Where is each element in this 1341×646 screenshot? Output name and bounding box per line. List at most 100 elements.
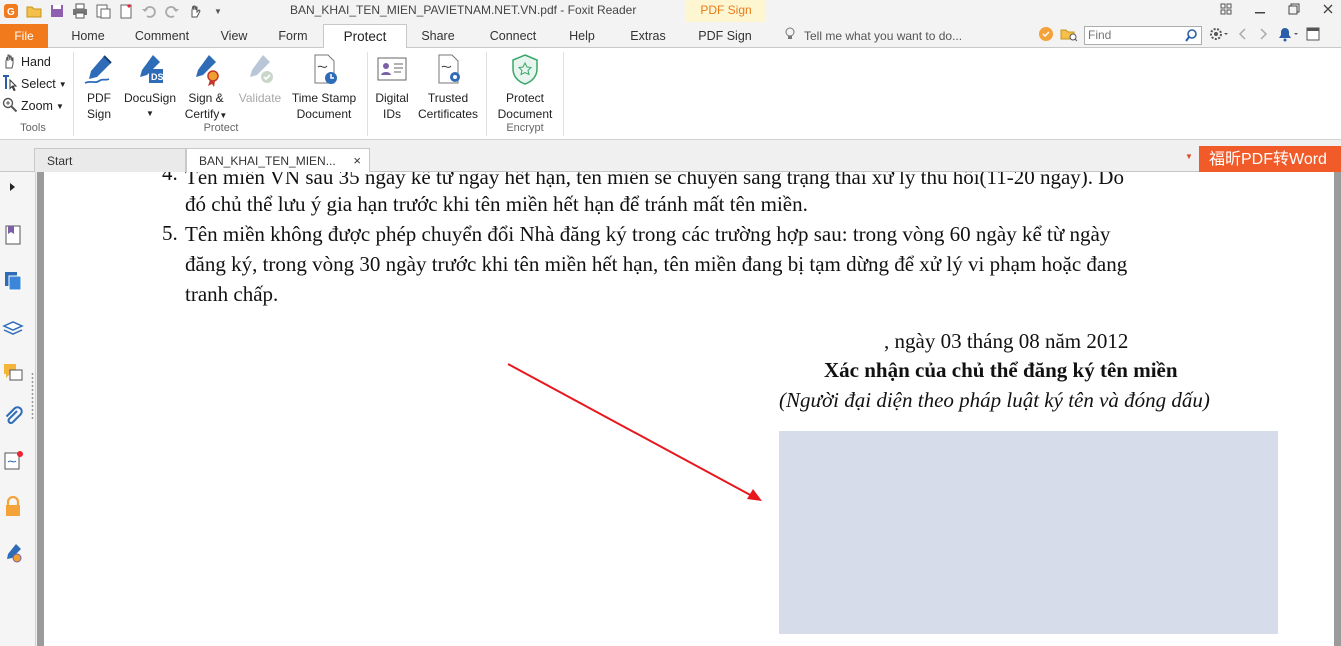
validate-button[interactable]: Validate — [236, 52, 284, 106]
notification-bell-icon[interactable] — [1276, 26, 1300, 45]
hand-label: Hand — [21, 55, 51, 69]
search-folder-icon[interactable] — [1060, 26, 1078, 45]
context-tab-label: PDF Sign — [686, 0, 766, 22]
window-controls — [1219, 2, 1335, 16]
digital-ids-button[interactable]: Digital IDs — [372, 52, 412, 122]
sign-certify-label-1: Sign & — [188, 91, 224, 105]
foxit-logo-icon[interactable]: G — [3, 3, 19, 19]
tab-file[interactable]: File — [0, 24, 48, 48]
like-icon[interactable] — [1038, 26, 1054, 45]
document-tab-bar: Start BAN_KHAI_TEN_MIEN... × ▼ — [0, 140, 1341, 173]
tab-protect[interactable]: Protect — [323, 24, 407, 49]
pdf-sign-label-2: Sign — [86, 107, 112, 121]
group-divider — [73, 52, 74, 136]
undo-icon[interactable] — [141, 3, 157, 19]
group-divider — [563, 52, 564, 136]
trusted-certificates-label-1: Trusted — [427, 91, 469, 105]
bookmark-icon[interactable] — [2, 224, 24, 246]
tab-view[interactable]: View — [210, 24, 258, 48]
docusign-icon: DS — [122, 52, 178, 88]
tools-group-label: Tools — [20, 122, 46, 134]
new-document-icon[interactable] — [118, 3, 134, 19]
tab-help[interactable]: Help — [561, 24, 603, 48]
tab-scroll-icon[interactable]: ▼ — [1185, 152, 1193, 161]
find-input[interactable]: Find — [1084, 26, 1202, 45]
signatures-panel-icon[interactable] — [2, 450, 24, 472]
svg-text:G: G — [7, 7, 15, 18]
sign-certify-button[interactable]: Sign & Certify▼ — [182, 52, 230, 124]
collapse-ribbon-icon[interactable] — [1306, 26, 1320, 45]
tab-current-document[interactable]: BAN_KHAI_TEN_MIEN... × — [186, 148, 370, 173]
confirmation-title: Xác nhận của chủ thể đăng ký tên miền — [824, 358, 1178, 382]
tab-pdf-sign[interactable]: PDF Sign — [692, 24, 758, 48]
date-line: , ngày 03 tháng 08 năm 2012 — [884, 329, 1129, 353]
settings-gear-icon[interactable] — [1208, 26, 1230, 45]
tab-form[interactable]: Form — [270, 24, 316, 48]
select-cursor-icon — [2, 74, 18, 94]
select-tool-button[interactable]: Select ▼ — [2, 74, 67, 94]
signature-field[interactable] — [779, 431, 1278, 634]
print-icon[interactable] — [72, 3, 88, 19]
redo-icon[interactable] — [164, 3, 180, 19]
search-icon[interactable] — [1184, 28, 1198, 47]
zoom-label: Zoom — [21, 99, 53, 113]
tell-me-search[interactable]: Tell me what you want to do... — [784, 27, 962, 44]
ribbon-tab-bar: File Home Comment View Form Protect Shar… — [0, 22, 1341, 49]
docusign-button[interactable]: DS DocuSign ▼ — [122, 52, 178, 122]
pdf-sign-pen-icon — [80, 52, 118, 88]
document-tab-label: BAN_KHAI_TEN_MIEN... — [199, 154, 336, 168]
time-stamp-button[interactable]: Time Stamp Document — [288, 52, 360, 122]
open-folder-icon[interactable] — [26, 3, 42, 19]
restore-icon[interactable] — [1219, 2, 1233, 16]
tab-start[interactable]: Start — [34, 148, 186, 172]
start-tab-label: Start — [47, 154, 73, 168]
sign-certify-dropdown-icon: ▼ — [219, 111, 228, 120]
pages-thumbnail-icon[interactable] — [2, 270, 24, 292]
digital-signature-icon[interactable] — [2, 542, 24, 564]
maximize-icon[interactable] — [1287, 2, 1301, 16]
zoom-tool-button[interactable]: Zoom ▼ — [2, 96, 64, 116]
protect-group-label: Protect — [203, 122, 239, 134]
trusted-certificates-button[interactable]: Trusted Certificates — [416, 52, 480, 122]
sidebar-resize-handle[interactable] — [31, 372, 34, 420]
comments-icon[interactable] — [2, 362, 24, 384]
item5-line-3: tranh chấp. — [185, 282, 279, 306]
zoom-icon — [2, 97, 18, 116]
tab-connect[interactable]: Connect — [482, 24, 544, 48]
title-bar: G ▼ BAN_KHAI_TEN_MIEN_PAVIETNAM.NET.VN.p… — [0, 0, 1341, 22]
item4-line-1: Tên miền VN sau 35 ngày kể từ ngày hết h… — [185, 172, 1124, 189]
security-lock-icon[interactable] — [2, 496, 24, 518]
close-window-icon[interactable] — [1321, 2, 1335, 16]
time-stamp-label-2: Document — [296, 107, 352, 121]
expand-panel-icon[interactable] — [2, 176, 24, 198]
attachment-icon[interactable] — [2, 406, 24, 428]
properties-icon[interactable] — [95, 3, 111, 19]
promo-banner[interactable]: 福昕PDF转Word — [1199, 146, 1341, 173]
window-title: BAN_KHAI_TEN_MIEN_PAVIETNAM.NET.VN.pdf -… — [290, 3, 637, 17]
hand-tool-icon[interactable] — [187, 3, 203, 19]
validate-label: Validate — [238, 91, 282, 105]
quick-access-toolbar: G ▼ — [3, 2, 226, 20]
digital-id-card-icon — [372, 52, 412, 88]
hand-icon — [2, 53, 18, 72]
protect-document-button[interactable]: Protect Document — [492, 52, 558, 122]
encrypt-group-label: Encrypt — [506, 122, 544, 134]
nav-forward-icon[interactable] — [1256, 26, 1270, 45]
sign-certify-icon — [182, 52, 230, 88]
digital-ids-label-2: IDs — [383, 107, 401, 121]
customize-dropdown-icon[interactable]: ▼ — [210, 3, 226, 19]
save-icon[interactable] — [49, 3, 65, 19]
minimize-icon[interactable] — [1253, 2, 1267, 16]
tab-home[interactable]: Home — [60, 24, 116, 48]
tab-extras[interactable]: Extras — [622, 24, 674, 48]
hand-tool-button[interactable]: Hand — [2, 52, 51, 72]
pdf-sign-button[interactable]: PDF Sign — [80, 52, 118, 122]
list-number-5: 5. — [162, 221, 178, 245]
select-label: Select — [21, 77, 56, 91]
layers-icon[interactable] — [2, 316, 24, 338]
nav-back-icon[interactable] — [1236, 26, 1250, 45]
tab-share[interactable]: Share — [414, 24, 462, 48]
tab-comment[interactable]: Comment — [126, 24, 198, 48]
document-viewport[interactable]: 4. Tên miền VN sau 35 ngày kể từ ngày hế… — [37, 172, 1341, 646]
close-tab-icon[interactable]: × — [353, 149, 361, 173]
